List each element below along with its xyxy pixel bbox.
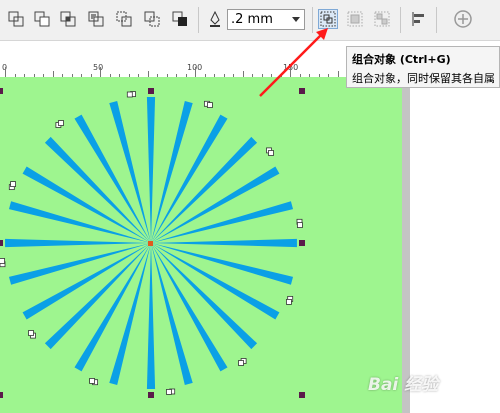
- add-icon[interactable]: [452, 8, 474, 30]
- node-marker: [268, 150, 274, 156]
- node-marker: [28, 330, 34, 336]
- watermark-logo: Bai 经验: [368, 375, 439, 395]
- ruler-tick: [100, 67, 101, 77]
- vertical-scrollbar[interactable]: [402, 77, 410, 413]
- ungroup-all-icon[interactable]: [371, 8, 393, 30]
- node-marker: [207, 102, 213, 108]
- chevron-down-icon: [292, 17, 300, 22]
- node-marker: [10, 181, 16, 187]
- node-marker: [0, 258, 5, 264]
- trim-icon[interactable]: [31, 8, 53, 30]
- intersect-icon[interactable]: [57, 8, 79, 30]
- toolbar-separator: [436, 7, 437, 33]
- back-minus-front-icon[interactable]: [141, 8, 163, 30]
- selection-handle[interactable]: [148, 392, 154, 398]
- annotation-arrow: [259, 28, 328, 97]
- node-marker: [89, 378, 95, 384]
- node-marker: [166, 389, 172, 395]
- node-marker: [58, 120, 64, 126]
- center-marker[interactable]: [148, 241, 153, 246]
- tooltip-description: 组合对象，同时保留其各自属: [352, 72, 495, 85]
- drawing-canvas[interactable]: [0, 77, 402, 413]
- selection-handle[interactable]: [0, 88, 3, 94]
- ruler-label: 50: [93, 63, 104, 72]
- simplify-icon[interactable]: [85, 8, 107, 30]
- ruler-tick: [5, 67, 6, 77]
- front-minus-back-icon[interactable]: [113, 8, 135, 30]
- selection-handle[interactable]: [0, 240, 3, 246]
- align-distribute-icon[interactable]: [408, 8, 430, 30]
- node-marker: [297, 222, 303, 228]
- create-boundary-icon[interactable]: [169, 8, 191, 30]
- node-marker: [126, 91, 133, 98]
- ruler-tick: [195, 67, 196, 77]
- group-tooltip: 组合对象 (Ctrl+G) 组合对象，同时保留其各自属: [346, 46, 500, 88]
- selection-handle[interactable]: [148, 88, 154, 94]
- node-marker: [286, 299, 292, 305]
- selection-handle[interactable]: [299, 240, 305, 246]
- selection-handle[interactable]: [299, 392, 305, 398]
- weld-icon[interactable]: [5, 8, 27, 30]
- ungroup-icon[interactable]: [344, 8, 366, 30]
- tooltip-title: 组合对象 (Ctrl+G): [352, 53, 451, 66]
- selection-handle[interactable]: [0, 392, 3, 398]
- pen-outline-icon: [204, 8, 226, 30]
- toolbar-separator: [198, 7, 199, 33]
- node-marker: [238, 360, 244, 366]
- toolbar-separator: [400, 7, 401, 33]
